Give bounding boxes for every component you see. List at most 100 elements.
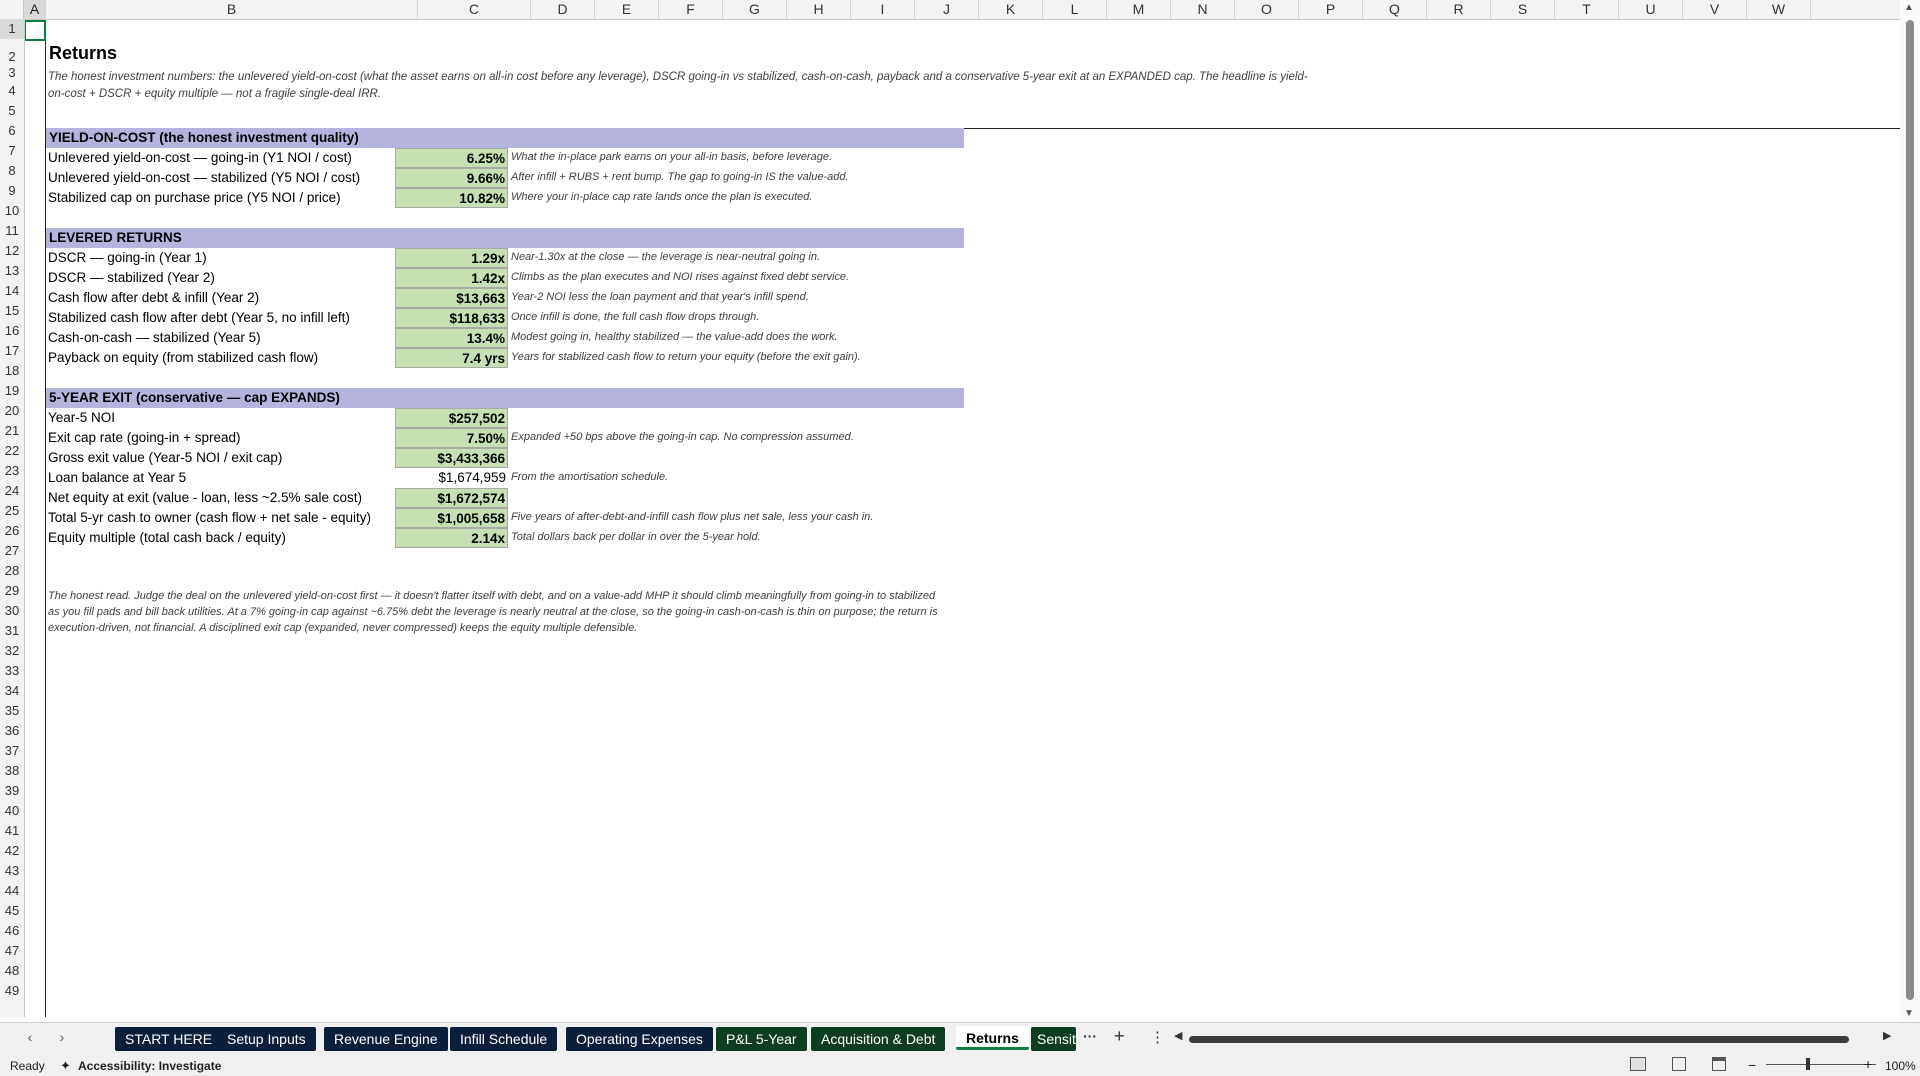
- row-header-17[interactable]: 17: [0, 341, 24, 361]
- row-header-36[interactable]: 36: [0, 721, 24, 741]
- column-header-v[interactable]: V: [1683, 0, 1747, 19]
- zoom-in-icon[interactable]: +: [1864, 1056, 1872, 1072]
- column-header-n[interactable]: N: [1171, 0, 1235, 19]
- column-header-m[interactable]: M: [1107, 0, 1171, 19]
- row-header-49[interactable]: 49: [0, 981, 24, 1001]
- row-header-28[interactable]: 28: [0, 561, 24, 581]
- row-header-12[interactable]: 12: [0, 241, 24, 261]
- column-header-j[interactable]: J: [915, 0, 979, 19]
- levered-value[interactable]: 13.4%: [395, 328, 508, 348]
- active-cell-a1[interactable]: [25, 20, 46, 41]
- row-header-38[interactable]: 38: [0, 761, 24, 781]
- sheet-tab-returns[interactable]: Returns: [956, 1026, 1029, 1050]
- yield-value[interactable]: 9.66%: [395, 168, 508, 188]
- sheet-tab-operating-expenses[interactable]: Operating Expenses: [566, 1027, 713, 1051]
- levered-value[interactable]: 1.29x: [395, 248, 508, 268]
- row-header-10[interactable]: 10: [0, 201, 24, 221]
- row-header-44[interactable]: 44: [0, 881, 24, 901]
- exit-value[interactable]: $1,674,959: [395, 468, 508, 488]
- column-header-k[interactable]: K: [979, 0, 1043, 19]
- column-header-t[interactable]: T: [1555, 0, 1619, 19]
- column-header-d[interactable]: D: [531, 0, 595, 19]
- row-header-24[interactable]: 24: [0, 481, 24, 501]
- row-header-16[interactable]: 16: [0, 321, 24, 341]
- row-header-47[interactable]: 47: [0, 941, 24, 961]
- row-header-11[interactable]: 11: [0, 221, 24, 241]
- column-header-p[interactable]: P: [1299, 0, 1363, 19]
- zoom-slider-handle[interactable]: [1806, 1058, 1810, 1070]
- worksheet-grid[interactable]: Returns The honest investment numbers: t…: [25, 20, 1900, 1017]
- column-header-q[interactable]: Q: [1363, 0, 1427, 19]
- column-header-r[interactable]: R: [1427, 0, 1491, 19]
- row-header-42[interactable]: 42: [0, 841, 24, 861]
- page-break-icon[interactable]: [1712, 1057, 1726, 1071]
- horizontal-scroll-thumb[interactable]: [1189, 1036, 1849, 1043]
- exit-value[interactable]: $257,502: [395, 408, 508, 428]
- column-header-o[interactable]: O: [1235, 0, 1299, 19]
- row-header-35[interactable]: 35: [0, 701, 24, 721]
- hscroll-right-icon[interactable]: ▶: [1883, 1029, 1891, 1042]
- column-header-l[interactable]: L: [1043, 0, 1107, 19]
- row-header-21[interactable]: 21: [0, 421, 24, 441]
- row-header-41[interactable]: 41: [0, 821, 24, 841]
- row-header-27[interactable]: 27: [0, 541, 24, 561]
- row-header-2[interactable]: 2: [0, 39, 24, 65]
- levered-value[interactable]: $118,633: [395, 308, 508, 328]
- row-header-14[interactable]: 14: [0, 281, 24, 301]
- row-header-48[interactable]: 48: [0, 961, 24, 981]
- sheet-tab-sensit[interactable]: Sensit: [1031, 1027, 1076, 1051]
- sheet-tab-setup-inputs[interactable]: Setup Inputs: [217, 1027, 316, 1051]
- row-header-15[interactable]: 15: [0, 301, 24, 321]
- accessibility-status[interactable]: Accessibility: Investigate: [78, 1059, 221, 1073]
- exit-value[interactable]: 2.14x: [395, 528, 508, 548]
- accessibility-icon[interactable]: ✦: [60, 1058, 71, 1074]
- tab-menu-icon[interactable]: ⋮: [1150, 1028, 1165, 1046]
- exit-value[interactable]: 7.50%: [395, 428, 508, 448]
- column-header-w[interactable]: W: [1747, 0, 1811, 19]
- levered-value[interactable]: 7.4 yrs: [395, 348, 508, 368]
- more-tabs-icon[interactable]: ···: [1083, 1028, 1097, 1044]
- row-header-20[interactable]: 20: [0, 401, 24, 421]
- select-all-corner[interactable]: [0, 0, 24, 19]
- normal-view-icon[interactable]: [1630, 1057, 1646, 1071]
- row-header-30[interactable]: 30: [0, 601, 24, 621]
- column-header-e[interactable]: E: [595, 0, 659, 19]
- zoom-out-icon[interactable]: −: [1748, 1057, 1756, 1073]
- column-header-h[interactable]: H: [787, 0, 851, 19]
- row-header-4[interactable]: 4: [0, 81, 24, 101]
- tab-prev-icon[interactable]: ‹: [20, 1029, 40, 1045]
- zoom-level[interactable]: 100%: [1885, 1059, 1916, 1073]
- row-header-37[interactable]: 37: [0, 741, 24, 761]
- row-header-31[interactable]: 31: [0, 621, 24, 641]
- tab-next-icon[interactable]: ›: [52, 1029, 72, 1045]
- exit-value[interactable]: $1,005,658: [395, 508, 508, 528]
- row-header-40[interactable]: 40: [0, 801, 24, 821]
- row-header-45[interactable]: 45: [0, 901, 24, 921]
- row-header-19[interactable]: 19: [0, 381, 24, 401]
- row-header-33[interactable]: 33: [0, 661, 24, 681]
- row-header-29[interactable]: 29: [0, 581, 24, 601]
- row-header-13[interactable]: 13: [0, 261, 24, 281]
- column-header-f[interactable]: F: [659, 0, 723, 19]
- levered-value[interactable]: $13,663: [395, 288, 508, 308]
- column-header-i[interactable]: I: [851, 0, 915, 19]
- column-header-g[interactable]: G: [723, 0, 787, 19]
- sheet-tab-infill-schedule[interactable]: Infill Schedule: [450, 1027, 558, 1051]
- row-header-1[interactable]: 1: [0, 19, 24, 39]
- scroll-up-icon[interactable]: ▲: [1904, 2, 1914, 13]
- row-header-3[interactable]: 3: [0, 65, 24, 81]
- vertical-scroll-thumb[interactable]: [1906, 20, 1914, 1000]
- sheet-tab-p-l-5-year[interactable]: P&L 5-Year: [716, 1027, 807, 1051]
- row-header-39[interactable]: 39: [0, 781, 24, 801]
- row-header-6[interactable]: 6: [0, 121, 24, 141]
- add-sheet-icon[interactable]: +: [1114, 1026, 1125, 1047]
- yield-value[interactable]: 6.25%: [395, 148, 508, 168]
- exit-value[interactable]: $1,672,574: [395, 488, 508, 508]
- exit-value[interactable]: $3,433,366: [395, 448, 508, 468]
- row-header-22[interactable]: 22: [0, 441, 24, 461]
- row-header-8[interactable]: 8: [0, 161, 24, 181]
- page-layout-icon[interactable]: [1672, 1057, 1686, 1071]
- row-header-7[interactable]: 7: [0, 141, 24, 161]
- row-header-18[interactable]: 18: [0, 361, 24, 381]
- column-header-c[interactable]: C: [418, 0, 531, 19]
